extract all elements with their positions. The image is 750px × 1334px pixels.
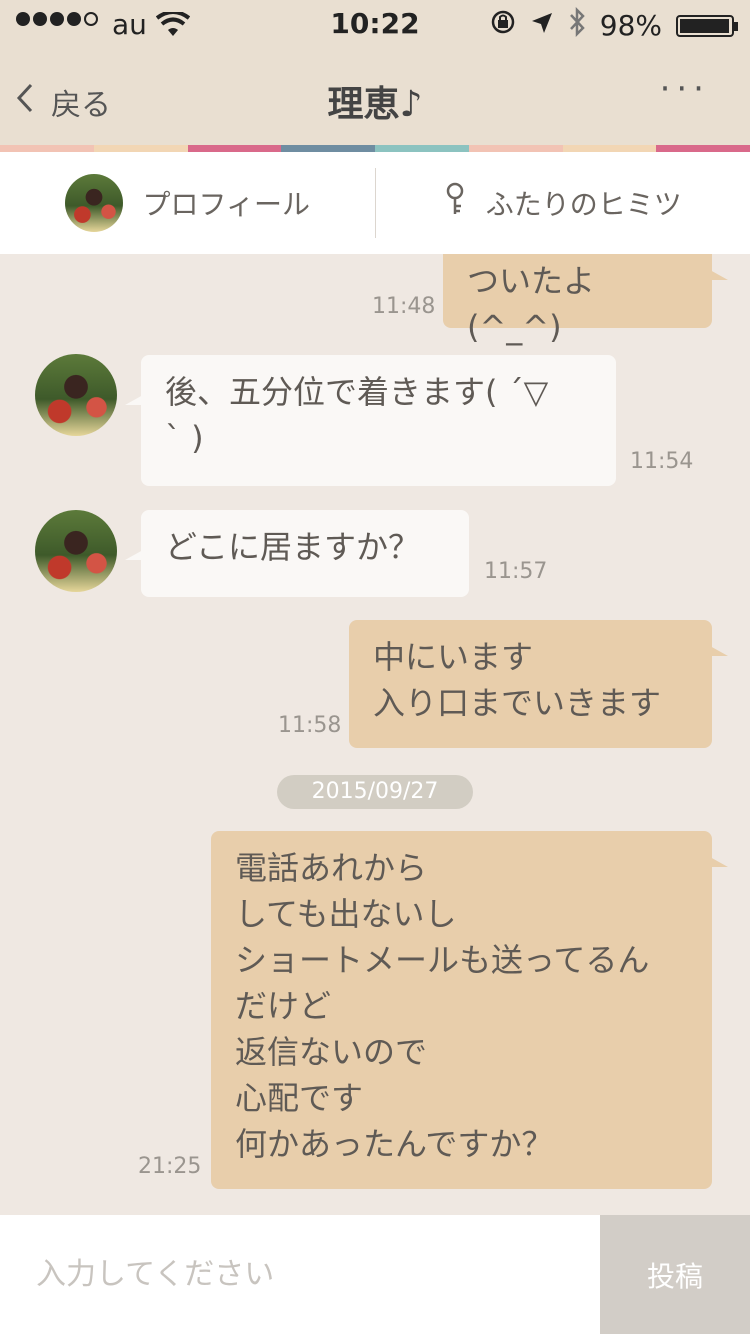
status-bar: au 10:22 98% (0, 0, 750, 50)
location-arrow-icon (530, 9, 554, 42)
status-right: 98% (490, 6, 738, 44)
message-timestamp: 21:25 (138, 1154, 202, 1179)
bluetooth-icon (568, 6, 586, 44)
message-timestamp: 11:57 (484, 559, 548, 584)
tab-profile-label: プロフィール (142, 188, 310, 221)
chat-tabs: プロフィール ふたりのヒミツ (0, 152, 750, 254)
message-bubble-outgoing: ついたよ(^_^) (443, 254, 728, 346)
key-icon (444, 182, 466, 224)
tab-secret[interactable]: ふたりのヒミツ (376, 152, 750, 254)
battery-percent: 98% (599, 9, 662, 42)
date-separator: 2015/09/27 (277, 775, 473, 809)
more-options-icon[interactable]: ··· (660, 69, 710, 109)
chat-title: 理恵♪ (327, 84, 423, 125)
message-timestamp: 11:48 (372, 294, 436, 319)
compose-bar: 投稿 (0, 1215, 750, 1334)
message-bubble-outgoing: 中にいます 入り口までいきます (349, 620, 728, 748)
contact-avatar[interactable] (35, 354, 117, 436)
tab-profile[interactable]: プロフィール (0, 152, 375, 254)
message-timestamp: 11:54 (630, 449, 694, 474)
top-bar: au 10:22 98% 戻る 理恵♪ ··· (0, 0, 750, 145)
battery-icon (676, 14, 738, 37)
message-bubble-outgoing: 電話あれから しても出ないし ショートメールも送ってるん だけど 返信ないので … (211, 831, 728, 1189)
message-input[interactable] (0, 1215, 600, 1334)
message-bubble-incoming: どこに居ますか？ (125, 510, 469, 597)
color-stripe (0, 145, 750, 152)
navigation-bar: 戻る 理恵♪ ··· (0, 55, 750, 145)
post-button[interactable]: 投稿 (600, 1215, 750, 1334)
message-timestamp: 11:58 (278, 713, 342, 738)
avatar (64, 174, 123, 232)
chat-log[interactable]: ついたよ(^_^) 11:48 後、五分位で着きます( ´▽ ` ) 11:54… (0, 254, 750, 1215)
tab-secret-label: ふたりのヒミツ (485, 188, 682, 221)
rotation-lock-icon (490, 9, 516, 42)
contact-avatar[interactable] (35, 510, 117, 592)
message-bubble-incoming: 後、五分位で着きます( ´▽ ` ) (125, 355, 616, 486)
